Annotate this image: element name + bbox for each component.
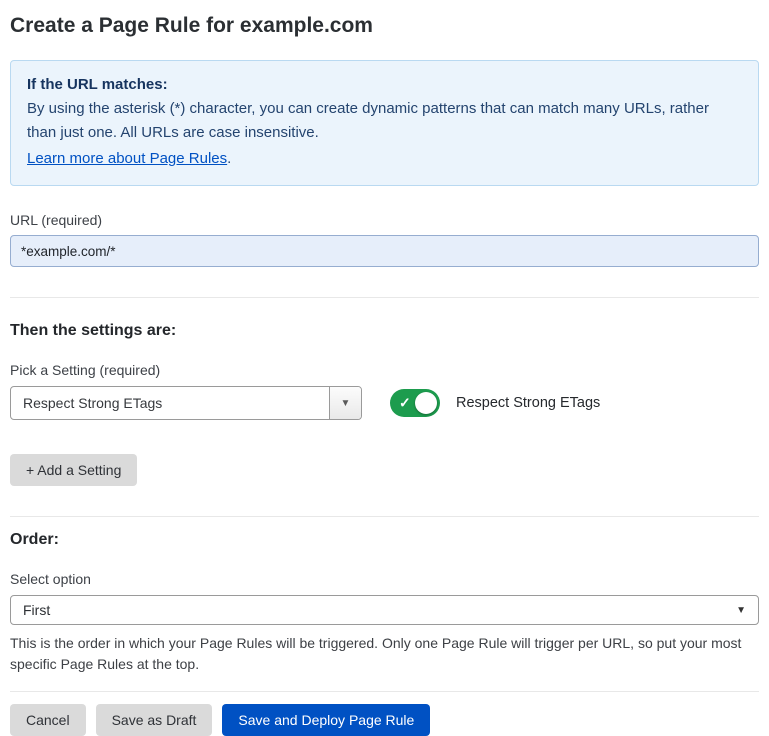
order-heading: Order: [10,531,759,549]
learn-more-link-period: . [227,150,231,167]
section-divider [10,297,759,298]
setting-select[interactable]: Respect Strong ETags ▼ [10,386,362,420]
page-rule-form: Create a Page Rule for example.com If th… [0,0,769,736]
info-box-body: By using the asterisk (*) character, you… [27,97,742,145]
settings-heading: Then the settings are: [10,322,759,340]
pick-setting-label: Pick a Setting (required) [10,362,759,378]
info-box-heading: If the URL matches: [27,73,742,97]
page-title: Create a Page Rule for example.com [10,14,759,38]
save-deploy-button[interactable]: Save and Deploy Page Rule [222,704,430,736]
info-box-link-row: Learn more about Page Rules. [27,147,742,171]
save-draft-button[interactable]: Save as Draft [96,704,213,736]
url-input[interactable] [10,235,759,267]
chevron-down-icon[interactable]: ▼ [329,387,361,419]
etags-toggle[interactable]: ✓ [390,389,440,417]
footer-divider [10,691,759,692]
etags-toggle-label: Respect Strong ETags [456,395,600,411]
cancel-button[interactable]: Cancel [10,704,86,736]
add-setting-button[interactable]: + Add a Setting [10,454,137,486]
url-label: URL (required) [10,212,759,228]
chevron-down-icon: ▼ [736,605,746,616]
etags-toggle-group: ✓ Respect Strong ETags [390,389,600,417]
order-select-value: First [23,602,50,618]
order-select[interactable]: First ▼ [10,595,759,625]
learn-more-link[interactable]: Learn more about Page Rules [27,150,227,167]
toggle-knob [415,392,437,414]
order-help-text: This is the order in which your Page Rul… [10,633,750,675]
setting-row: Respect Strong ETags ▼ ✓ Respect Strong … [10,386,759,420]
order-select-label: Select option [10,571,759,587]
footer-actions: Cancel Save as Draft Save and Deploy Pag… [10,704,759,736]
section-divider [10,516,759,517]
setting-select-value: Respect Strong ETags [11,387,329,419]
check-icon: ✓ [399,396,411,410]
url-match-info-box: If the URL matches: By using the asteris… [10,60,759,186]
